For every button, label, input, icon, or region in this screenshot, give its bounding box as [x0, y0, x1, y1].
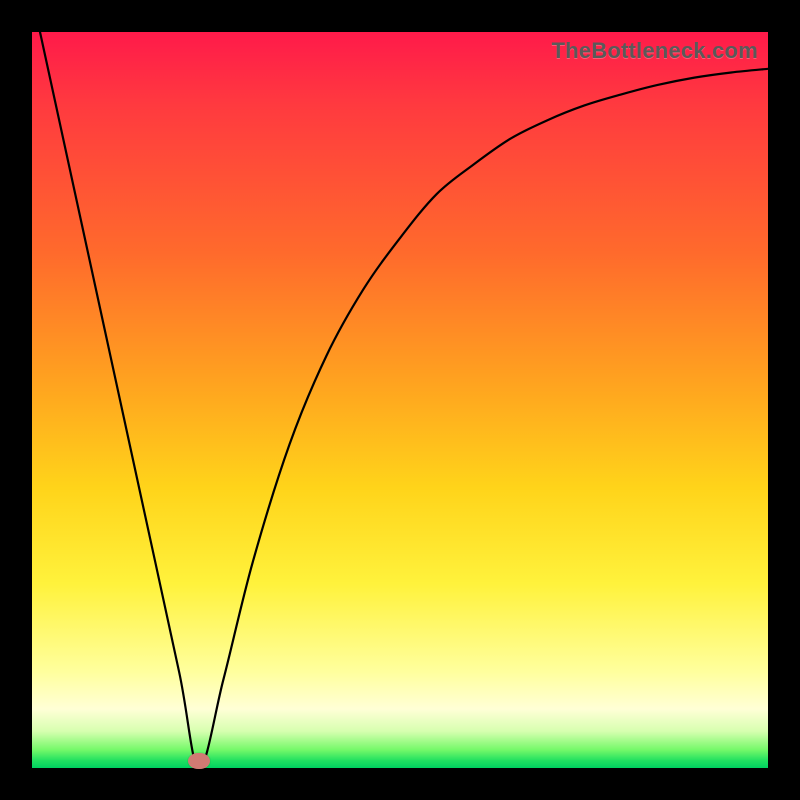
chart-frame: TheBottleneck.com	[0, 0, 800, 800]
bottleneck-curve	[32, 32, 768, 768]
curve-path	[32, 32, 768, 768]
chart-plot-area: TheBottleneck.com	[32, 32, 768, 768]
optimum-marker	[188, 753, 210, 769]
